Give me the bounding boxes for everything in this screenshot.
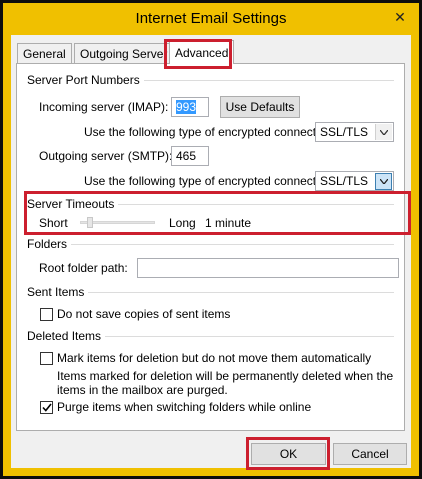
incoming-port-value: 993 [176, 100, 197, 114]
outgoing-encryption-select[interactable]: SSL/TLS [315, 171, 394, 191]
timeout-short-label: Short [39, 216, 68, 230]
folders-heading: Folders [27, 237, 72, 251]
close-icon: ✕ [394, 8, 406, 25]
chevron-down-icon [375, 173, 392, 190]
close-button[interactable]: ✕ [388, 7, 412, 27]
incoming-encryption-value: SSL/TLS [320, 125, 369, 139]
timeout-long-label: Long [169, 216, 196, 230]
tab-outgoing-server[interactable]: Outgoing Server [74, 43, 174, 63]
checkmark-icon [41, 403, 52, 412]
chevron-down-icon [375, 124, 392, 140]
deletion-note-line1: Items marked for deletion will be perman… [57, 369, 394, 383]
incoming-encryption-select[interactable]: SSL/TLS [315, 122, 394, 142]
tab-advanced[interactable]: Advanced [169, 40, 235, 64]
use-defaults-button[interactable]: Use Defaults [220, 96, 300, 118]
outgoing-server-label: Outgoing server (SMTP): [39, 149, 173, 163]
server-timeouts-heading: Server Timeouts [27, 197, 119, 211]
purge-items-label: Purge items when switching folders while… [57, 400, 312, 414]
no-sent-copies-checkbox[interactable] [40, 308, 53, 321]
no-sent-copies-label: Do not save copies of sent items [57, 307, 231, 321]
incoming-port-input[interactable]: 993 [171, 97, 209, 117]
timeout-slider-thumb[interactable] [86, 217, 93, 228]
title-bar: Internet Email Settings ✕ [3, 3, 419, 35]
outgoing-encryption-value: SSL/TLS [320, 174, 369, 188]
outgoing-port-input[interactable]: 465 [171, 146, 209, 166]
tab-general[interactable]: General [17, 43, 72, 63]
outgoing-encryption-label: Use the following type of encrypted conn… [84, 174, 336, 188]
email-settings-dialog: Internet Email Settings ✕ General Outgoi… [3, 3, 419, 476]
ok-button[interactable]: OK [251, 443, 326, 465]
sent-items-heading: Sent Items [27, 285, 89, 299]
root-folder-label: Root folder path: [39, 261, 128, 275]
deleted-items-heading: Deleted Items [27, 329, 106, 343]
timeout-value: 1 minute [205, 216, 252, 230]
dialog-body: General Outgoing Server Advanced Server … [11, 35, 411, 470]
root-folder-input[interactable] [137, 258, 399, 278]
incoming-server-label: Incoming server (IMAP): [39, 100, 169, 114]
window-title: Internet Email Settings [135, 10, 287, 27]
cancel-button[interactable]: Cancel [333, 443, 407, 465]
deletion-note-line2: items in the mailbox are purged. [57, 383, 228, 397]
group-divider [27, 244, 394, 245]
server-port-numbers-heading: Server Port Numbers [27, 73, 144, 87]
purge-items-checkbox[interactable] [40, 401, 53, 414]
incoming-encryption-label: Use the following type of encrypted conn… [84, 125, 336, 139]
advanced-tab-panel: Server Port Numbers Incoming server (IMA… [16, 63, 411, 431]
mark-for-deletion-checkbox[interactable] [40, 352, 53, 365]
mark-for-deletion-label: Mark items for deletion but do not move … [57, 351, 372, 365]
